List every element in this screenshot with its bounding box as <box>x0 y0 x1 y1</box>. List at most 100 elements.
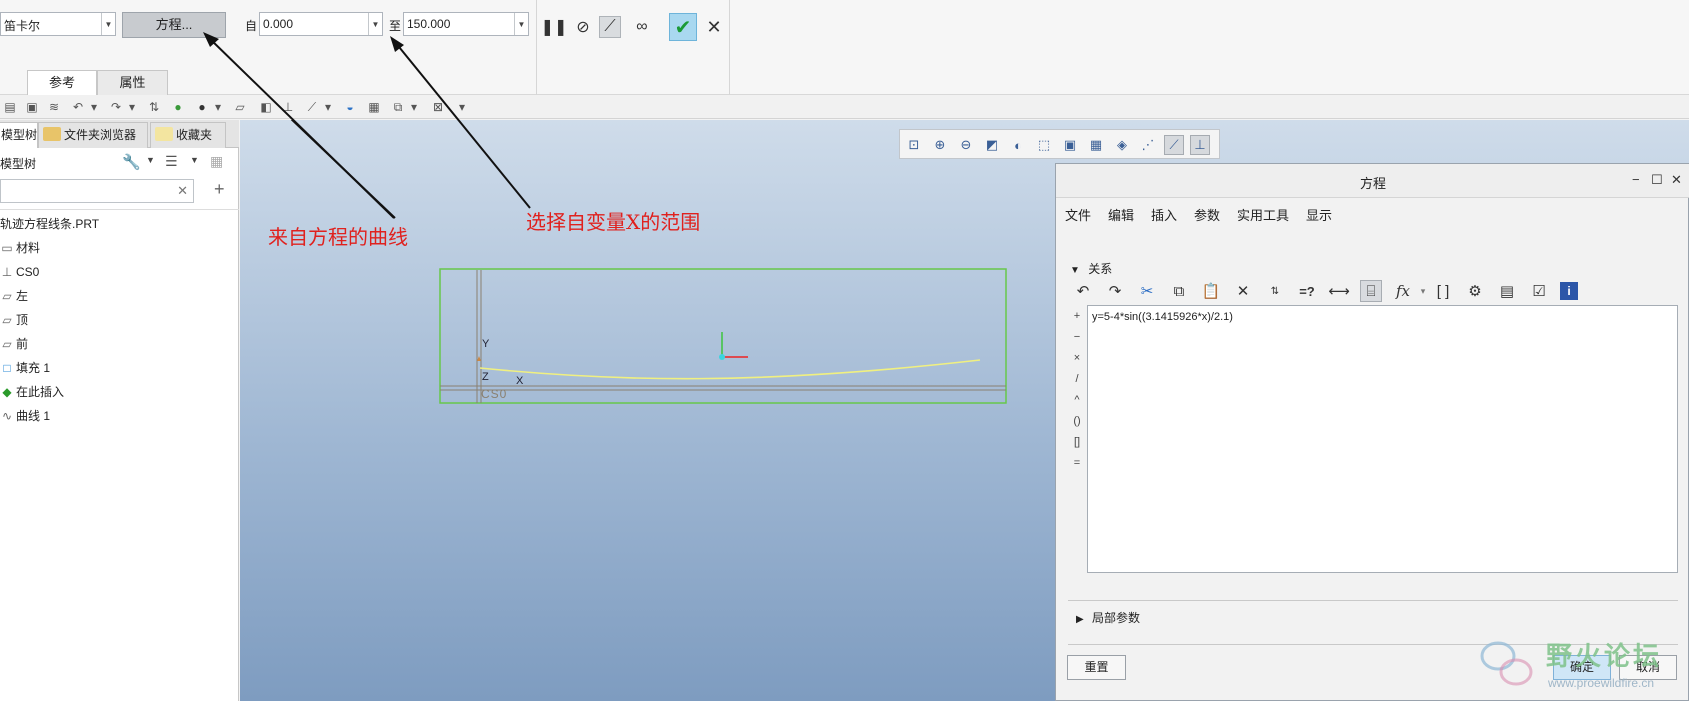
tab-favorites[interactable]: 收藏夹 <box>150 122 226 148</box>
csys-toggle-icon[interactable]: ⊥ <box>280 99 296 115</box>
glasses-preview-icon[interactable]: ∞ <box>631 16 653 38</box>
tree-item-insert-here[interactable]: ◆ 在此插入 <box>0 382 64 402</box>
operator-plus[interactable]: + <box>1071 310 1083 322</box>
operator-minus[interactable]: − <box>1071 331 1083 343</box>
dimension-icon[interactable]: ⟷ <box>1328 280 1350 302</box>
brackets-icon[interactable]: [ ] <box>1432 280 1454 302</box>
chevron-down-icon[interactable]: ▾ <box>86 99 102 115</box>
copy-icon[interactable]: ⧉ <box>1168 280 1190 302</box>
delete-icon[interactable]: ✕ <box>1232 280 1254 302</box>
tree-item-material[interactable]: ▭ 材料 <box>0 238 40 258</box>
ribbon: 笛卡尔 ▼ 方程... 自 0.000 ▼ 至 150.000 ▼ ❚❚ ⊘ ⟋… <box>0 0 1689 95</box>
forum-watermark: 野火论坛 www.proewildfire.cn <box>1476 632 1684 696</box>
operator-equals[interactable]: = <box>1071 457 1083 469</box>
cut-icon[interactable]: ✂ <box>1136 280 1158 302</box>
watermark-url: www.proewildfire.cn <box>1548 676 1655 690</box>
settings-list-icon[interactable]: ☰ <box>165 153 178 170</box>
menu-display[interactable]: 显示 <box>1306 205 1332 224</box>
menu-parameters[interactable]: 参数 <box>1194 205 1220 224</box>
tab-properties[interactable]: 属性 <box>97 70 168 95</box>
tab-folder-browser[interactable]: 文件夹浏览器 <box>38 122 148 148</box>
sphere-green-icon[interactable]: ● <box>170 99 186 115</box>
template-icon[interactable]: ▦ <box>366 99 382 115</box>
undo-icon[interactable]: ↶ <box>70 99 86 115</box>
tree-item-curve[interactable]: ∿ 曲线 1 <box>0 406 50 426</box>
function-icon[interactable]: fx <box>1392 280 1414 302</box>
layers-icon[interactable]: ≋ <box>46 99 62 115</box>
operator-parentheses[interactable]: () <box>1071 415 1083 427</box>
verify-icon[interactable]: ⚙ <box>1464 280 1486 302</box>
measure-icon[interactable]: ⟋ <box>304 99 320 115</box>
local-params-header[interactable]: ▶ 局部参数 <box>1076 609 1140 626</box>
operator-multiply[interactable]: × <box>1071 352 1083 364</box>
close-icon[interactable]: ✕ <box>1671 172 1682 188</box>
redo-icon[interactable]: ↷ <box>108 99 124 115</box>
undo-icon[interactable]: ↶ <box>1072 280 1094 302</box>
tab-references[interactable]: 参考 <box>27 70 97 95</box>
menu-file[interactable]: 文件 <box>1065 205 1091 224</box>
tree-item-plane-front[interactable]: ▱ 前 <box>0 334 28 354</box>
info-icon[interactable]: i <box>1560 282 1578 300</box>
open-icon[interactable]: ▤ <box>2 99 18 115</box>
menu-edit[interactable]: 编辑 <box>1108 205 1134 224</box>
confirm-check-icon[interactable]: ✔ <box>669 13 697 41</box>
tree-search-input[interactable]: ✕ <box>0 179 194 203</box>
evaluate-icon[interactable]: =? <box>1296 280 1318 302</box>
tree-item-plane-left[interactable]: ▱ 左 <box>0 286 28 306</box>
close-window-icon[interactable]: ⊠ <box>430 99 446 115</box>
tree-item-label: 轨迹方程线条.PRT <box>0 217 100 231</box>
chevron-down-icon[interactable]: ▼ <box>190 155 199 165</box>
maximize-icon[interactable]: ☐ <box>1651 172 1663 188</box>
equation-button[interactable]: 方程... <box>122 12 226 38</box>
sort-icon[interactable]: ⇅ <box>1264 280 1286 302</box>
display-style-icon[interactable]: ● <box>194 99 210 115</box>
tab-model-tree-label: 模型树 <box>1 128 38 142</box>
chevron-down-icon[interactable]: ▾ <box>1412 280 1434 302</box>
clear-icon[interactable]: ✕ <box>177 183 188 199</box>
plane-icon[interactable]: ▱ <box>232 99 248 115</box>
no-preview-icon[interactable]: ⊘ <box>572 16 594 38</box>
verify-geometry-icon[interactable]: ⟋ <box>599 16 621 38</box>
box-icon[interactable]: ◧ <box>258 99 274 115</box>
unit-icon[interactable]: ▤ <box>1496 280 1518 302</box>
to-value-field[interactable]: 150.000 ▼ <box>403 12 529 36</box>
relations-editor[interactable]: y=5-4*sin((3.1415926*x)/2.1) <box>1087 305 1678 573</box>
chevron-down-icon[interactable]: ▾ <box>210 99 226 115</box>
operator-power[interactable]: ^ <box>1071 394 1083 406</box>
filter-icon[interactable]: ▦ <box>210 153 223 170</box>
tab-model-tree[interactable]: 模型树 <box>0 122 38 148</box>
operator-brackets[interactable]: [] <box>1071 436 1083 448</box>
tools-icon[interactable]: 🔧 <box>122 153 141 171</box>
add-filter-icon[interactable]: + <box>214 179 225 200</box>
menu-utilities[interactable]: 实用工具 <box>1237 205 1289 224</box>
window-icon[interactable]: ⧉ <box>390 99 406 115</box>
redo-icon[interactable]: ↷ <box>1104 280 1126 302</box>
tree-item-csys[interactable]: ⊥ CS0 <box>0 262 40 282</box>
checklist-icon[interactable]: ☑ <box>1528 280 1550 302</box>
tree-item-root[interactable]: 轨迹方程线条.PRT <box>0 214 99 234</box>
save-icon[interactable]: ▣ <box>24 99 40 115</box>
model-tree-panel: 模型树 文件夹浏览器 收藏夹 模型树 🔧 ▼ ☰ ▼ ▦ ✕ + 轨迹方程线条.… <box>0 120 239 701</box>
ribbon-divider <box>729 0 730 95</box>
show-names-icon[interactable]: ⌸ <box>1360 280 1382 302</box>
chevron-down-icon[interactable]: ▾ <box>320 99 336 115</box>
tree-item-plane-top[interactable]: ▱ 顶 <box>0 310 28 330</box>
operator-divide[interactable]: / <box>1071 373 1083 385</box>
appearance-icon[interactable]: ◒ <box>342 99 358 115</box>
from-value-field[interactable]: 0.000 ▼ <box>259 12 383 36</box>
relations-header[interactable]: ▼ 关系 <box>1070 260 1112 277</box>
reset-button[interactable]: 重置 <box>1067 655 1126 680</box>
chevron-down-icon[interactable]: ▾ <box>124 99 140 115</box>
tree-item-fill[interactable]: □ 填充 1 <box>0 358 50 378</box>
regenerate-icon[interactable]: ⇅ <box>146 99 162 115</box>
customize-dropdown-icon[interactable]: ▾ <box>454 99 470 115</box>
menu-insert[interactable]: 插入 <box>1151 205 1177 224</box>
chevron-down-icon[interactable]: ▼ <box>146 155 155 165</box>
chevron-down-icon[interactable]: ▾ <box>406 99 422 115</box>
tree-header: 模型树 🔧 ▼ ☰ ▼ ▦ <box>0 150 239 176</box>
minimize-icon[interactable]: − <box>1632 172 1640 187</box>
coord-type-dropdown[interactable]: 笛卡尔 ▼ <box>0 12 116 36</box>
close-icon[interactable]: ✕ <box>703 16 725 38</box>
pause-icon[interactable]: ❚❚ <box>541 16 568 38</box>
paste-icon[interactable]: 📋 <box>1200 280 1222 302</box>
